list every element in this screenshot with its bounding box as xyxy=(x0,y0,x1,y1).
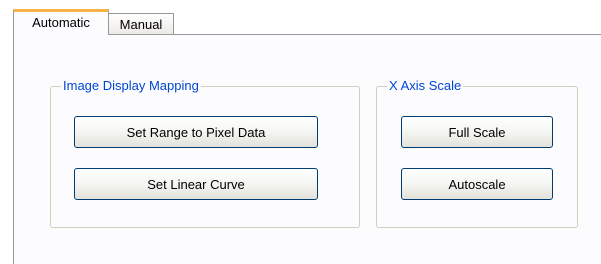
autoscale-button[interactable]: Autoscale xyxy=(401,168,553,200)
x-axis-scale-group: X Axis Scale Full Scale Autoscale xyxy=(376,78,578,228)
tab-panel-automatic: Image Display Mapping Set Range to Pixel… xyxy=(13,34,601,264)
image-display-mapping-group: Image Display Mapping Set Range to Pixel… xyxy=(50,78,360,228)
set-range-to-pixel-data-button[interactable]: Set Range to Pixel Data xyxy=(74,116,318,148)
full-scale-button[interactable]: Full Scale xyxy=(401,116,553,148)
tab-strip: Automatic Manual xyxy=(0,0,601,35)
tab-manual[interactable]: Manual xyxy=(108,13,174,34)
set-linear-curve-button[interactable]: Set Linear Curve xyxy=(74,168,318,200)
x-axis-scale-title: X Axis Scale xyxy=(387,78,464,94)
image-display-mapping-title: Image Display Mapping xyxy=(61,78,201,94)
tab-automatic[interactable]: Automatic xyxy=(13,9,109,35)
